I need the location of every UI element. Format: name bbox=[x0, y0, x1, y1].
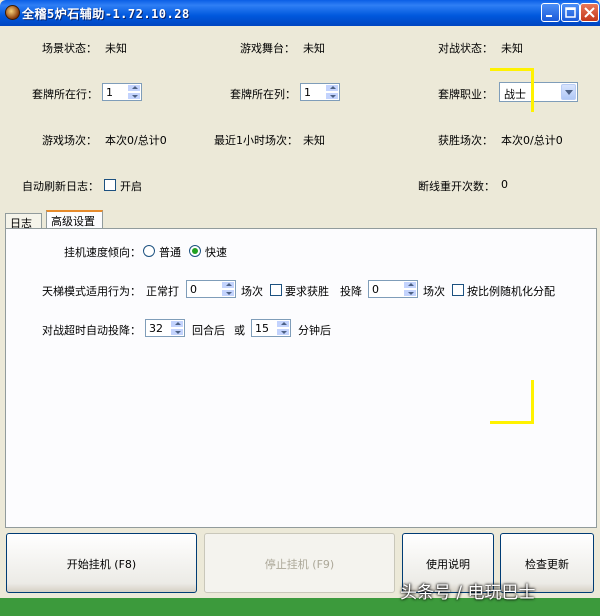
rounds-value[interactable]: 32 bbox=[149, 322, 163, 335]
battle-status-label: 对战状态： bbox=[438, 42, 493, 55]
deck-col-label: 套牌所在列： bbox=[230, 88, 296, 101]
normal-play-value[interactable]: 0 bbox=[190, 283, 197, 296]
reconnect-label: 断线重开次数： bbox=[418, 180, 495, 193]
auto-refresh-checkbox-label[interactable]: 开启 bbox=[120, 178, 142, 194]
title-bar: 全稽5炉石辅助-1.72.10.28 bbox=[0, 0, 600, 26]
games-value: 本次0/总计0 bbox=[105, 134, 167, 147]
help-button-label: 使用说明 bbox=[426, 558, 470, 571]
deck-row-label: 套牌所在行： bbox=[32, 88, 98, 101]
scene-status-value: 未知 bbox=[105, 42, 127, 55]
maximize-button[interactable] bbox=[561, 3, 580, 22]
annotation-corner-bottom-vertical bbox=[531, 380, 534, 424]
board-value: 未知 bbox=[303, 42, 325, 55]
deck-class-select[interactable]: 战士 bbox=[499, 82, 578, 102]
deck-class-label: 套牌职业： bbox=[438, 88, 493, 101]
annotation-corner-top-vertical bbox=[531, 68, 534, 112]
app-icon bbox=[5, 5, 20, 20]
spin-down-icon[interactable] bbox=[276, 328, 290, 336]
rounds-after-label: 回合后 bbox=[192, 324, 225, 337]
minutes-value[interactable]: 15 bbox=[255, 322, 269, 335]
tab-log[interactable]: 日志 bbox=[5, 213, 42, 230]
deck-class-value: 战士 bbox=[504, 88, 526, 101]
speed-normal-label[interactable]: 普通 bbox=[159, 244, 181, 260]
spin-down-icon[interactable] bbox=[403, 289, 417, 297]
spin-up-icon[interactable] bbox=[221, 281, 235, 289]
spin-down-icon[interactable] bbox=[170, 328, 184, 336]
speed-label: 挂机速度倾向： bbox=[64, 246, 141, 259]
minutes-stepper[interactable]: 15 bbox=[251, 319, 291, 337]
annotation-corner-top bbox=[490, 68, 534, 71]
deck-col-stepper[interactable]: 1 bbox=[300, 83, 340, 101]
board-label: 游戏舞台： bbox=[240, 42, 295, 55]
spin-up-icon[interactable] bbox=[276, 320, 290, 328]
require-win-label[interactable]: 要求获胜 bbox=[285, 283, 329, 299]
deck-row-value[interactable]: 1 bbox=[106, 86, 113, 99]
minimize-icon bbox=[546, 15, 552, 17]
normal-play-label: 正常打 bbox=[146, 285, 179, 298]
surrender-stepper[interactable]: 0 bbox=[368, 280, 418, 298]
battle-status-value: 未知 bbox=[501, 42, 523, 55]
stop-button-label: 停止挂机 (F9) bbox=[264, 558, 335, 571]
stop-button[interactable]: 停止挂机 (F9) bbox=[204, 533, 395, 593]
scene-status-label: 场景状态： bbox=[42, 42, 97, 55]
games-label: 游戏场次： bbox=[42, 134, 97, 147]
spin-up-icon[interactable] bbox=[170, 320, 184, 328]
require-win-checkbox[interactable] bbox=[270, 284, 282, 296]
random-ratio-checkbox[interactable] bbox=[452, 284, 464, 296]
or-label: 或 bbox=[234, 324, 245, 337]
annotation-corner-bottom bbox=[490, 421, 534, 424]
start-button[interactable]: 开始挂机 (F8) bbox=[6, 533, 197, 593]
recent-games-label: 最近1小时场次： bbox=[214, 134, 298, 147]
ladder-label: 天梯模式适用行为： bbox=[42, 285, 141, 298]
watermark-text: 头条号 / 电玩巴士 bbox=[400, 583, 536, 603]
games-unit-label-2: 场次 bbox=[423, 285, 445, 298]
close-button[interactable] bbox=[580, 3, 599, 22]
start-button-label: 开始挂机 (F8) bbox=[66, 558, 137, 571]
surrender-value[interactable]: 0 bbox=[372, 283, 379, 296]
speed-fast-label[interactable]: 快速 bbox=[205, 244, 227, 260]
random-ratio-label[interactable]: 按比例随机化分配 bbox=[467, 283, 555, 299]
wins-value: 本次0/总计0 bbox=[501, 134, 563, 147]
recent-games-value: 未知 bbox=[303, 134, 325, 147]
wins-label: 获胜场次： bbox=[438, 134, 493, 147]
maximize-icon bbox=[565, 7, 576, 18]
rounds-stepper[interactable]: 32 bbox=[145, 319, 185, 337]
speed-normal-radio[interactable] bbox=[143, 245, 155, 257]
spin-down-icon[interactable] bbox=[127, 92, 141, 100]
timeout-label: 对战超时自动投降： bbox=[42, 324, 141, 337]
window-title: 全稽5炉石辅助-1.72.10.28 bbox=[22, 7, 190, 21]
spin-down-icon[interactable] bbox=[325, 92, 339, 100]
spin-up-icon[interactable] bbox=[325, 84, 339, 92]
spin-down-icon[interactable] bbox=[221, 289, 235, 297]
games-unit-label: 场次 bbox=[241, 285, 263, 298]
chevron-down-icon[interactable] bbox=[561, 84, 576, 100]
normal-play-stepper[interactable]: 0 bbox=[186, 280, 236, 298]
client-area: 场景状态： 未知 游戏舞台： 未知 对战状态： 未知 套牌所在行： 1 套牌所在… bbox=[3, 26, 597, 616]
surrender-label: 投降 bbox=[340, 285, 362, 298]
minutes-after-label: 分钟后 bbox=[298, 324, 331, 337]
speed-fast-radio[interactable] bbox=[189, 245, 201, 257]
check-update-button-label: 检查更新 bbox=[525, 558, 569, 571]
minimize-button[interactable] bbox=[541, 3, 560, 22]
tab-advanced-settings[interactable]: 高级设置 bbox=[46, 210, 103, 229]
close-icon bbox=[584, 7, 595, 18]
reconnect-value: 0 bbox=[501, 178, 508, 191]
advanced-settings-panel: 挂机速度倾向： 普通 快速 天梯模式适用行为： 正常打 0 场次 要求获胜 投降… bbox=[5, 228, 597, 528]
auto-refresh-label: 自动刷新日志： bbox=[22, 180, 99, 193]
spin-up-icon[interactable] bbox=[127, 84, 141, 92]
deck-col-value[interactable]: 1 bbox=[304, 86, 311, 99]
deck-row-stepper[interactable]: 1 bbox=[102, 83, 142, 101]
spin-up-icon[interactable] bbox=[403, 281, 417, 289]
auto-refresh-checkbox[interactable] bbox=[104, 179, 116, 191]
